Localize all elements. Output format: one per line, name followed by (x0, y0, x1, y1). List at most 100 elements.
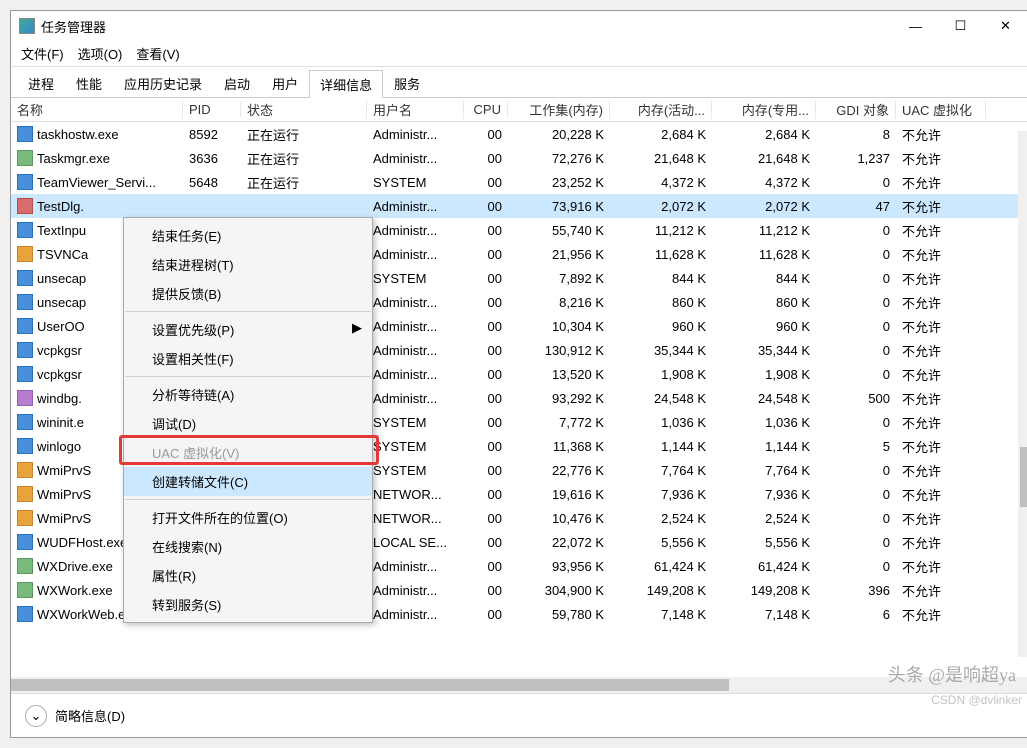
cell-workingset: 55,740 K (508, 223, 610, 238)
cell-cpu: 00 (464, 511, 508, 526)
process-name: unsecap (37, 271, 86, 286)
vertical-scrollbar[interactable] (1018, 131, 1027, 657)
cell-mem-private: 1,908 K (712, 367, 816, 382)
process-name: WmiPrvS (37, 511, 91, 526)
cell-mem-active: 24,548 K (610, 391, 712, 406)
cell-gdi: 0 (816, 463, 896, 478)
col-pid[interactable]: PID (183, 102, 241, 117)
context-menu-item[interactable]: 设置相关性(F) (124, 344, 372, 373)
col-workingset[interactable]: 工作集(内存) (508, 100, 610, 119)
col-status[interactable]: 状态 (241, 100, 367, 119)
menu-view[interactable]: 查看(V) (136, 44, 179, 63)
cell-mem-private: 5,556 K (712, 535, 816, 550)
col-cpu[interactable]: CPU (464, 102, 508, 117)
col-mem-private[interactable]: 内存(专用... (712, 100, 816, 119)
cell-gdi: 0 (816, 487, 896, 502)
process-icon (17, 366, 33, 382)
table-row[interactable]: Taskmgr.exe3636正在运行Administr...0072,276 … (11, 146, 1027, 170)
cell-cpu: 00 (464, 607, 508, 622)
titlebar[interactable]: 任务管理器 — ☐ ✕ (11, 11, 1027, 41)
cell-cpu: 00 (464, 271, 508, 286)
cell-mem-active: 61,424 K (610, 559, 712, 574)
process-name: taskhostw.exe (37, 127, 119, 142)
table-row[interactable]: taskhostw.exe8592正在运行Administr...0020,22… (11, 122, 1027, 146)
cell-mem-active: 7,936 K (610, 487, 712, 502)
cell-mem-private: 11,212 K (712, 223, 816, 238)
tab-startup[interactable]: 启动 (213, 69, 261, 97)
context-menu-item[interactable]: 提供反馈(B) (124, 279, 372, 308)
cell-user: SYSTEM (367, 463, 464, 478)
tab-users[interactable]: 用户 (261, 69, 309, 97)
tab-services[interactable]: 服务 (383, 69, 431, 97)
window-title: 任务管理器 (41, 17, 893, 36)
cell-uac: 不允许 (896, 581, 986, 600)
cell-uac: 不允许 (896, 149, 986, 168)
context-menu-item[interactable]: 结束进程树(T) (124, 250, 372, 279)
table-row[interactable]: TeamViewer_Servi...5648正在运行SYSTEM0023,25… (11, 170, 1027, 194)
cell-user: Administr... (367, 343, 464, 358)
cell-mem-active: 35,344 K (610, 343, 712, 358)
col-name[interactable]: 名称 (11, 100, 183, 119)
cell-uac: 不允许 (896, 341, 986, 360)
cell-gdi: 0 (816, 367, 896, 382)
cell-gdi: 0 (816, 535, 896, 550)
cell-mem-active: 11,628 K (610, 247, 712, 262)
maximize-button[interactable]: ☐ (938, 11, 983, 41)
tab-app-history[interactable]: 应用历史记录 (113, 69, 213, 97)
tab-processes[interactable]: 进程 (17, 69, 65, 97)
process-icon (17, 606, 33, 622)
tab-details[interactable]: 详细信息 (309, 70, 383, 98)
collapse-toggle[interactable]: ⌄ (25, 705, 47, 727)
menubar: 文件(F) 选项(O) 查看(V) (11, 41, 1027, 67)
task-manager-window: 任务管理器 — ☐ ✕ 文件(F) 选项(O) 查看(V) 进程 性能 应用历史… (10, 10, 1027, 738)
minimize-button[interactable]: — (893, 11, 938, 41)
cell-mem-private: 960 K (712, 319, 816, 334)
col-uac[interactable]: UAC 虚拟化 (896, 100, 986, 119)
cell-gdi: 1,237 (816, 151, 896, 166)
cell-workingset: 11,368 K (508, 439, 610, 454)
context-menu-item[interactable]: 结束任务(E) (124, 221, 372, 250)
context-menu-item[interactable]: 调试(D) (124, 409, 372, 438)
close-button[interactable]: ✕ (983, 11, 1027, 41)
cell-workingset: 8,216 K (508, 295, 610, 310)
app-icon (19, 18, 35, 34)
cell-user: LOCAL SE... (367, 535, 464, 550)
context-menu-item[interactable]: 打开文件所在的位置(O) (124, 503, 372, 532)
cell-user: SYSTEM (367, 439, 464, 454)
process-name: TSVNCa (37, 247, 88, 262)
context-menu-item[interactable]: 设置优先级(P)▶ (124, 315, 372, 344)
cell-mem-active: 5,556 K (610, 535, 712, 550)
menu-file[interactable]: 文件(F) (21, 44, 64, 63)
horizontal-scrollbar[interactable] (11, 677, 1027, 693)
context-menu-item[interactable]: 分析等待链(A) (124, 380, 372, 409)
cell-workingset: 7,772 K (508, 415, 610, 430)
process-icon (17, 534, 33, 550)
process-icon (17, 582, 33, 598)
table-row[interactable]: TestDlg.Administr...0073,916 K2,072 K2,0… (11, 194, 1027, 218)
process-name: WmiPrvS (37, 463, 91, 478)
col-user[interactable]: 用户名 (367, 100, 464, 119)
context-menu-item[interactable]: 转到服务(S) (124, 590, 372, 619)
fewer-details-link[interactable]: 简略信息(D) (55, 706, 125, 725)
context-menu-item[interactable]: 创建转储文件(C) (124, 467, 372, 496)
context-menu-item[interactable]: 属性(R) (124, 561, 372, 590)
cell-uac: 不允许 (896, 197, 986, 216)
cell-mem-active: 149,208 K (610, 583, 712, 598)
cell-mem-active: 2,072 K (610, 199, 712, 214)
tab-performance[interactable]: 性能 (65, 69, 113, 97)
cell-cpu: 00 (464, 199, 508, 214)
process-icon (17, 462, 33, 478)
cell-mem-private: 149,208 K (712, 583, 816, 598)
cell-user: Administr... (367, 223, 464, 238)
cell-mem-active: 4,372 K (610, 175, 712, 190)
cell-cpu: 00 (464, 559, 508, 574)
process-name: TeamViewer_Servi... (37, 175, 156, 190)
context-menu-item[interactable]: 在线搜索(N) (124, 532, 372, 561)
cell-uac: 不允许 (896, 269, 986, 288)
cell-user: SYSTEM (367, 175, 464, 190)
col-mem-active[interactable]: 内存(活动... (610, 100, 712, 119)
menu-options[interactable]: 选项(O) (78, 44, 123, 63)
cell-cpu: 00 (464, 223, 508, 238)
process-name: WXWork.exe (37, 583, 113, 598)
col-gdi[interactable]: GDI 对象 (816, 100, 896, 119)
